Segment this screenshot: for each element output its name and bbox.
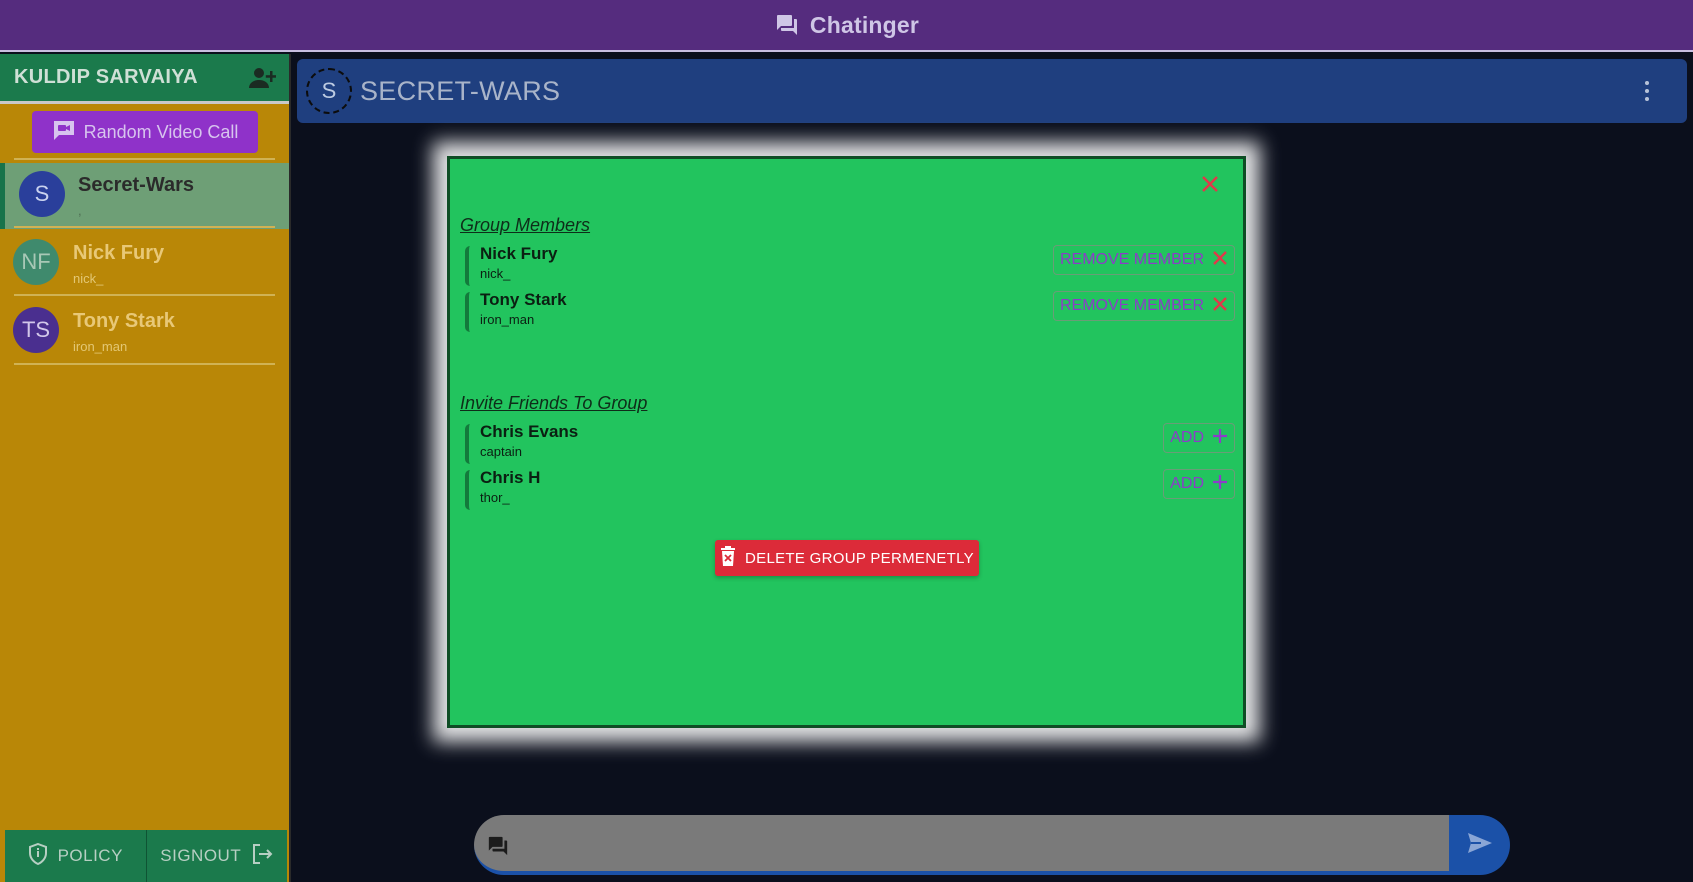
sidebar-header: KULDIP SARVAIYA (0, 54, 289, 104)
remove-member-button[interactable]: REMOVE MEMBER (1052, 291, 1235, 321)
app-topbar: Chatinger (0, 0, 1693, 52)
divider (14, 363, 275, 365)
member-row: Nick Fury nick_ REMOVE MEMBER (465, 244, 1235, 286)
invite-friends-title: Invite Friends To Group (460, 393, 648, 413)
friend-name: Chris H (480, 468, 541, 487)
plus-icon (1212, 428, 1228, 449)
close-icon (1212, 250, 1228, 271)
avatar: NF (13, 239, 59, 285)
more-options-icon[interactable] (1637, 79, 1657, 103)
member-name: Nick Fury (480, 244, 558, 263)
member-username: iron_man (480, 312, 535, 327)
video-chat-icon (52, 119, 76, 146)
friend-row: Chris Evans captain ADD (465, 422, 1235, 464)
signout-label: SIGNOUT (160, 846, 242, 865)
chat-subtitle: nick_ (73, 271, 104, 286)
row-accent (465, 424, 470, 464)
friend-username: captain (480, 444, 522, 459)
chat-subtitle: iron_man (73, 339, 128, 354)
add-friend-icon[interactable] (247, 65, 277, 91)
group-settings-modal: Group Members Nick Fury nick_ REMOVE MEM… (447, 156, 1246, 728)
add-friend-button[interactable]: ADD (1163, 469, 1235, 499)
friend-username: thor_ (480, 490, 510, 505)
row-accent (465, 292, 470, 332)
trash-icon (720, 546, 736, 570)
friend-name: Chris Evans (480, 422, 579, 441)
divider (14, 226, 275, 228)
avatar: S (19, 171, 65, 217)
chat-header: S SECRET-WARS (297, 59, 1687, 123)
random-video-call-button[interactable]: Random Video Call (32, 111, 258, 153)
chat-subtitle: , (78, 203, 82, 218)
remove-member-label: REMOVE MEMBER (1059, 297, 1204, 314)
divider (14, 294, 275, 296)
logout-icon (251, 843, 273, 870)
chat-name: Tony Stark (73, 310, 175, 332)
friend-row: Chris H thor_ ADD (465, 468, 1235, 510)
delete-group-button[interactable]: DELETE GROUP PERMENETLY (715, 540, 979, 576)
chat-bubbles-icon (774, 13, 800, 37)
chat-item-nick-fury[interactable]: NF Nick Fury nick_ (0, 231, 289, 297)
current-user-name: KULDIP SARVAIYA (14, 66, 198, 88)
close-icon (1212, 296, 1228, 317)
signout-button[interactable]: SIGNOUT (145, 830, 288, 882)
chat-name: Secret-Wars (78, 174, 194, 196)
member-username: nick_ (480, 266, 511, 281)
chat-item-secret-wars[interactable]: S Secret-Wars , (0, 163, 289, 229)
policy-button[interactable]: POLICY (5, 830, 146, 882)
remove-member-label: REMOVE MEMBER (1059, 251, 1204, 268)
group-avatar[interactable]: S (306, 68, 352, 114)
member-name: Tony Stark (480, 290, 567, 309)
divider (14, 158, 275, 160)
add-label: ADD (1170, 475, 1204, 492)
chat-item-tony-stark[interactable]: TS Tony Stark iron_man (0, 299, 289, 365)
group-members-title: Group Members (460, 215, 591, 235)
message-composer (474, 815, 1510, 875)
chat-name: Nick Fury (73, 242, 165, 264)
sidebar: KULDIP SARVAIYA Random Video Call S Secr… (0, 54, 291, 882)
send-button[interactable] (1449, 815, 1510, 875)
delete-group-label: DELETE GROUP PERMENETLY (745, 549, 974, 567)
member-row: Tony Stark iron_man REMOVE MEMBER (465, 290, 1235, 332)
sidebar-footer: POLICY SIGNOUT (5, 830, 287, 882)
row-accent (465, 470, 470, 510)
chat-icon (486, 835, 510, 862)
plus-icon (1212, 474, 1228, 495)
app-title: Chatinger (809, 11, 920, 38)
close-icon[interactable] (1199, 173, 1221, 195)
group-name: SECRET-WARS (360, 75, 561, 106)
message-input-box (474, 815, 1449, 875)
avatar: TS (13, 307, 59, 353)
add-friend-button[interactable]: ADD (1163, 423, 1235, 453)
add-label: ADD (1170, 429, 1204, 446)
row-accent (465, 246, 470, 286)
remove-member-button[interactable]: REMOVE MEMBER (1052, 245, 1235, 275)
policy-label: POLICY (57, 846, 123, 865)
send-icon (1466, 831, 1494, 860)
shield-icon (28, 842, 48, 870)
random-video-call-label: Random Video Call (83, 121, 239, 142)
message-input[interactable] (524, 815, 1434, 871)
